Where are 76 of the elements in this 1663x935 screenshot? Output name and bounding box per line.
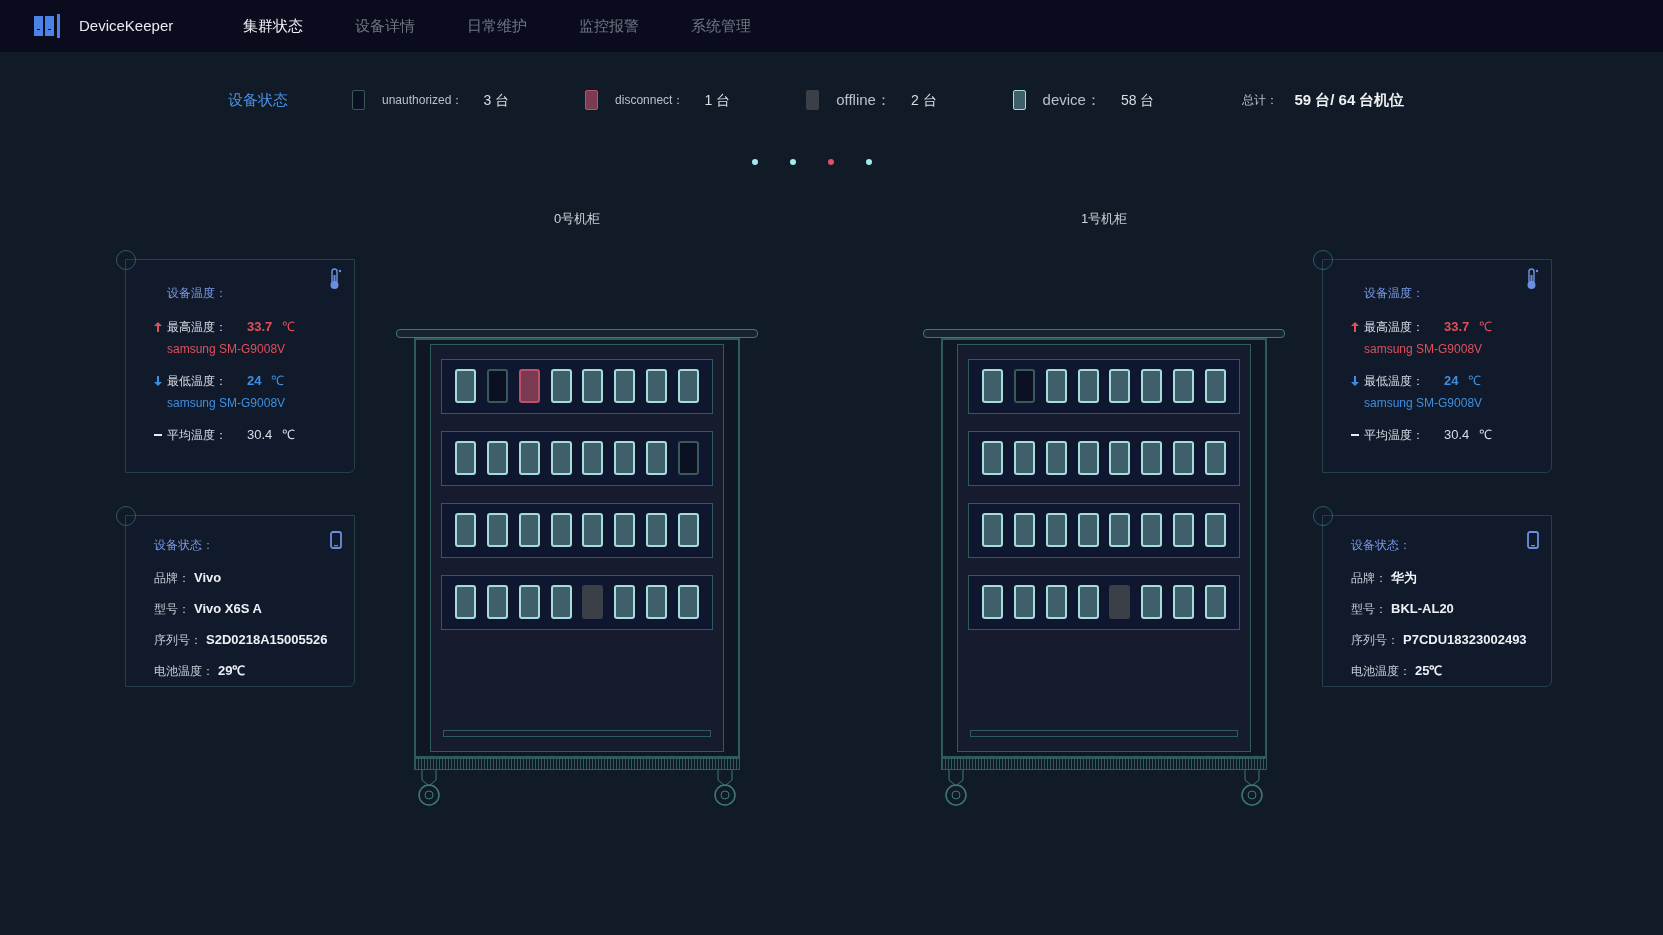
field-value: Vivo X6S A <box>194 599 262 618</box>
arrow-down-icon <box>1351 376 1359 386</box>
temperature-unit: ℃ <box>282 426 296 445</box>
nav-tab[interactable]: 系统管理 <box>691 14 752 38</box>
field-label: 序列号： <box>1351 631 1399 649</box>
status-swatch <box>585 90 599 110</box>
cabinet-title: 1号机柜 <box>1080 210 1128 228</box>
field-label: 序列号： <box>154 631 202 649</box>
total-value: 59 台/ 64 台机位 <box>1294 89 1405 110</box>
field-label: 型号： <box>1351 600 1387 618</box>
temperature-unit: ℃ <box>1468 372 1482 391</box>
field-value: 29℃ <box>218 661 246 680</box>
status-count: 2 台 <box>910 90 937 110</box>
status-swatch <box>806 90 820 110</box>
dash-icon <box>154 434 162 436</box>
device-model: samsung SM-G9008V <box>167 395 287 412</box>
status-swatch <box>352 90 365 110</box>
nav-tab[interactable]: 集群状态 <box>243 14 304 38</box>
status-title: 设备状态 <box>228 89 288 110</box>
thermometer-icon <box>1525 268 1539 290</box>
temperature-label: 最低温度： <box>167 373 228 390</box>
field-value: P7CDU18323002493 <box>1403 630 1527 649</box>
temperature-unit: ℃ <box>1479 426 1493 445</box>
field-label: 电池温度： <box>1351 662 1411 680</box>
thermometer-icon <box>328 268 342 290</box>
nav-tab[interactable]: 监控报警 <box>579 14 640 38</box>
field-value: 25℃ <box>1415 661 1443 680</box>
phone-icon <box>330 531 342 549</box>
status-count: 3 台 <box>483 90 510 110</box>
temperature-unit: ℃ <box>282 318 296 337</box>
temperature-value: 30.4 <box>1444 426 1470 445</box>
nav-tab[interactable]: 日常维护 <box>467 14 528 38</box>
device-model: samsung SM-G9008V <box>1364 341 1484 358</box>
status-count: 1 台 <box>704 90 731 110</box>
status-label: disconnect： <box>615 92 685 109</box>
temperature-label: 平均温度： <box>1364 427 1425 444</box>
panel-title: 设备状态： <box>1351 537 1411 554</box>
field-label: 型号： <box>154 600 190 618</box>
panel-title: 设备温度： <box>167 285 227 302</box>
panel-title: 设备状态： <box>154 537 214 554</box>
panel-title: 设备温度： <box>1364 285 1424 302</box>
app-name: DeviceKeeper <box>79 15 174 36</box>
logo-icon[interactable] <box>34 14 62 38</box>
temperature-unit: ℃ <box>271 372 285 391</box>
total-label: 总计： <box>1242 92 1279 109</box>
status-label: device： <box>1042 89 1101 110</box>
field-value: Vivo <box>194 568 222 587</box>
field-label: 电池温度： <box>154 662 214 680</box>
temperature-value: 24 <box>247 372 262 391</box>
temperature-value: 33.7 <box>1444 318 1470 337</box>
temperature-label: 最高温度： <box>1364 319 1425 336</box>
temperature-label: 最高温度： <box>167 319 228 336</box>
dash-icon <box>1351 434 1359 436</box>
temperature-label: 平均温度： <box>167 427 228 444</box>
temperature-value: 30.4 <box>247 426 273 445</box>
status-label: offline： <box>836 89 891 110</box>
arrow-up-icon <box>1351 322 1359 332</box>
field-value: BKL-AL20 <box>1391 599 1454 618</box>
cabinet-title: 0号机柜 <box>553 210 601 228</box>
temperature-label: 最低温度： <box>1364 373 1425 390</box>
status-label: unauthorized： <box>382 92 464 109</box>
arrow-down-icon <box>154 376 162 386</box>
nav-tab[interactable]: 设备详情 <box>355 14 416 38</box>
field-label: 品牌： <box>1351 569 1387 587</box>
temperature-unit: ℃ <box>1479 318 1493 337</box>
temperature-value: 24 <box>1444 372 1459 391</box>
device-model: samsung SM-G9008V <box>167 341 287 358</box>
field-value: S2D0218A15005526 <box>206 630 328 649</box>
temperature-value: 33.7 <box>247 318 273 337</box>
status-count: 58 台 <box>1120 90 1155 110</box>
device-model: samsung SM-G9008V <box>1364 395 1484 412</box>
status-swatch <box>1012 90 1026 110</box>
arrow-up-icon <box>154 322 162 332</box>
phone-icon <box>1527 531 1539 549</box>
field-value: 华为 <box>1391 568 1417 587</box>
field-label: 品牌： <box>154 569 190 587</box>
